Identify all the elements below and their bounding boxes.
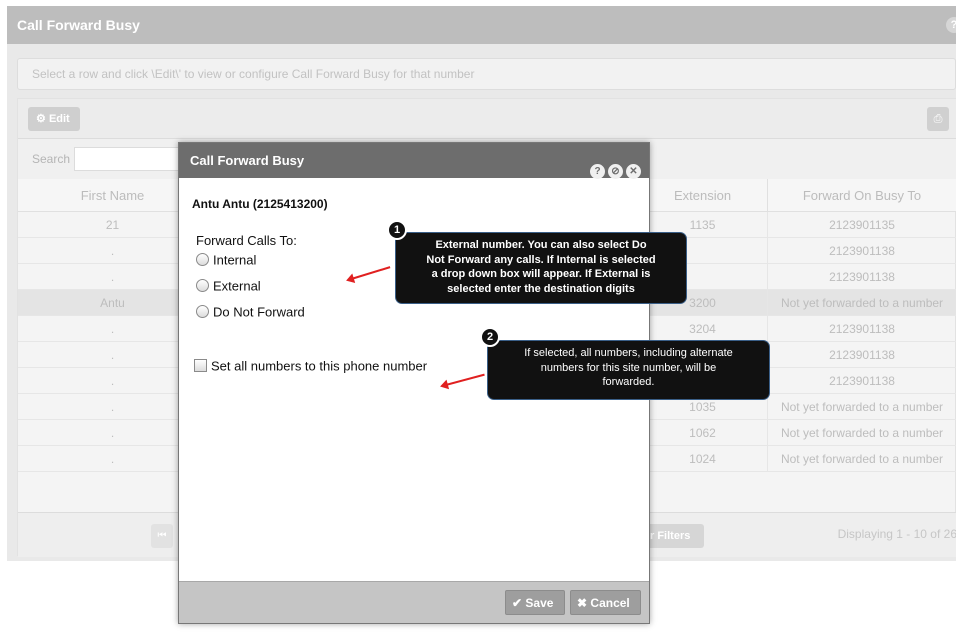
callout-set-all-numbers: If selected, all numbers, including alte…: [487, 340, 770, 400]
print-icon[interactable]: ⎙: [927, 107, 949, 131]
close-icon[interactable]: ✕: [626, 164, 641, 179]
x-icon: ✖: [577, 596, 588, 610]
cell-forward-to: 2123901138: [768, 342, 956, 368]
radio-button[interactable]: [196, 253, 209, 267]
radio-internal-label: Internal: [213, 252, 257, 268]
cell-forward-to: Not yet forwarded to a number: [768, 290, 956, 316]
radio-button[interactable]: [196, 305, 209, 319]
callout-number-badge: 2: [480, 327, 500, 347]
dialog-window-controls: ? ⊘ ✕: [587, 152, 641, 187]
save-button-label: Save: [525, 596, 554, 610]
displaying-count: Displaying 1 - 10 of 26: [837, 527, 956, 541]
page: Call Forward Busy ? Select a row and cli…: [0, 0, 956, 639]
check-icon: ✔: [512, 596, 523, 610]
cell-extension: 1062: [638, 420, 768, 446]
grid-toolbar: ⚙ Edit ⎙: [18, 99, 956, 139]
callout-external-number: External number. You can also select Do …: [395, 232, 687, 304]
set-all-numbers-checkbox[interactable]: [194, 359, 207, 373]
callout-line: numbers for this site number, will be: [540, 361, 717, 374]
cell-forward-to: 2123901138: [768, 368, 956, 394]
callout-line: forwarded.: [602, 376, 655, 388]
search-input[interactable]: [74, 147, 184, 171]
search-label: Search: [32, 152, 71, 166]
callout-line: selected enter the destination digits: [447, 282, 635, 295]
callout-line: Not Forward any calls. If Internal is se…: [426, 253, 656, 266]
set-all-numbers-checkbox-row[interactable]: Set all numbers to this phone number: [194, 357, 427, 375]
cell-forward-to: 2123901138: [768, 238, 956, 264]
dialog-title: Call Forward Busy: [190, 153, 305, 168]
cell-extension: 1024: [638, 446, 768, 472]
edit-button[interactable]: ⚙ Edit: [28, 107, 80, 131]
cell-forward-to: 2123901138: [768, 264, 956, 290]
help-icon[interactable]: ?: [590, 164, 605, 179]
cell-forward-to: 2123901138: [768, 316, 956, 342]
save-button[interactable]: ✔ Save: [505, 590, 565, 615]
help-icon[interactable]: ?: [946, 17, 956, 33]
dialog-title-bar: Call Forward Busy ? ⊘ ✕: [179, 143, 649, 179]
gear-icon: ⚙: [36, 113, 46, 125]
callout-line: a drop down box will appear. If External…: [431, 268, 651, 280]
callout-line: External number. You can also select Do: [435, 239, 647, 251]
panel-title-text: Call Forward Busy: [17, 17, 140, 33]
hint-bar: Select a row and click \Edit\' to view o…: [17, 58, 956, 90]
subscriber-name: Antu Antu (2125413200): [192, 197, 328, 211]
cell-forward-to: 2123901135: [768, 212, 956, 238]
radio-do-not-forward-label: Do Not Forward: [213, 304, 305, 320]
first-page-button[interactable]: ⏮: [151, 524, 173, 548]
cell-forward-to: Not yet forwarded to a number: [768, 446, 956, 472]
dialog-footer: ✔ Save ✖ Cancel: [179, 581, 649, 623]
radio-internal[interactable]: Internal: [196, 251, 256, 269]
block-icon[interactable]: ⊘: [608, 164, 623, 179]
edit-button-label: Edit: [48, 113, 70, 125]
panel-title: Call Forward Busy ?: [7, 6, 956, 44]
cell-extension: 3204: [638, 316, 768, 342]
column-header-forward-to[interactable]: Forward On Busy To: [768, 179, 956, 212]
cell-forward-to: Not yet forwarded to a number: [768, 394, 956, 420]
set-all-numbers-label: Set all numbers to this phone number: [211, 358, 428, 374]
cancel-button-label: Cancel: [590, 596, 630, 610]
radio-do-not-forward[interactable]: Do Not Forward: [196, 303, 305, 321]
callout-number-badge: 1: [387, 220, 407, 240]
radio-external[interactable]: External: [196, 277, 261, 295]
cancel-button[interactable]: ✖ Cancel: [570, 590, 641, 615]
cell-forward-to: Not yet forwarded to a number: [768, 420, 956, 446]
forward-calls-to-label: Forward Calls To:: [196, 233, 297, 248]
radio-button[interactable]: [196, 279, 209, 293]
radio-external-label: External: [213, 278, 261, 294]
callout-line: If selected, all numbers, including alte…: [524, 347, 733, 359]
column-header-extension[interactable]: Extension: [638, 179, 768, 212]
